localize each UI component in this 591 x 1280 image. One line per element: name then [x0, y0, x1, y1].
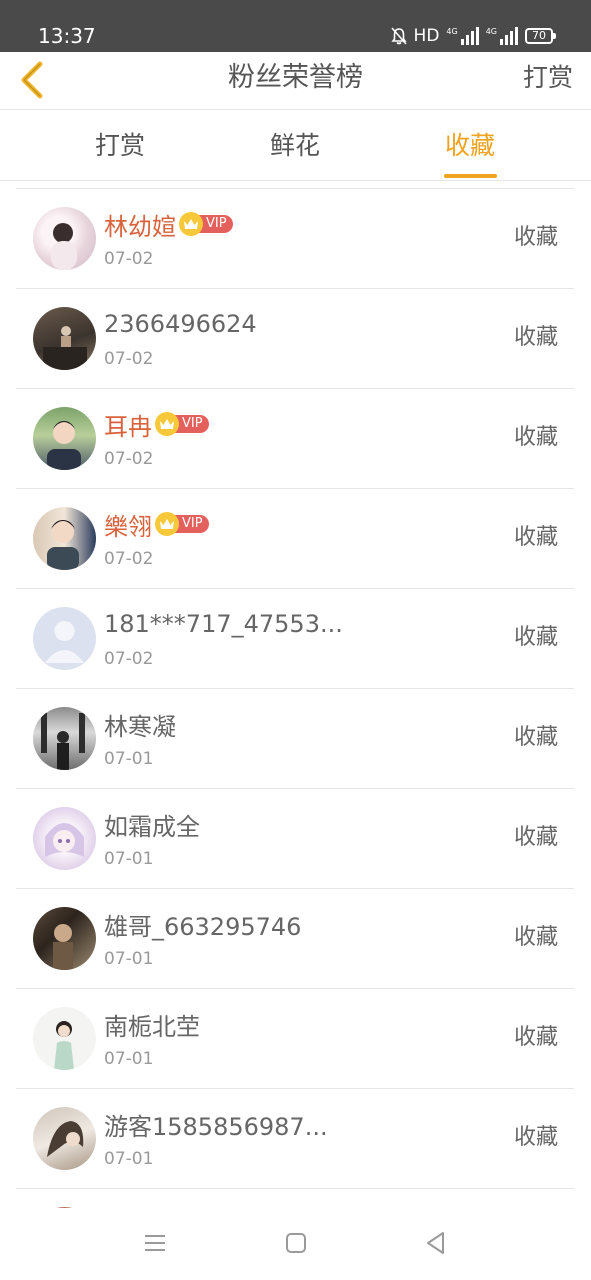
- list-item[interactable]: 耳冉 VIP 07-02 收藏: [16, 389, 574, 489]
- fan-name: 如霜成全: [104, 812, 200, 841]
- crown-icon: [179, 212, 203, 236]
- crown-icon: [155, 412, 179, 436]
- battery-icon: 70: [525, 28, 556, 44]
- favorite-label: 收藏: [513, 525, 558, 550]
- fan-name: 林幼媗: [104, 212, 176, 241]
- favorite-label: 收藏: [513, 925, 558, 950]
- menu-icon[interactable]: [142, 1230, 168, 1256]
- fan-date: 07-01: [104, 849, 154, 869]
- favorite-label: 收藏: [513, 225, 558, 250]
- fan-name: 2366496624: [104, 310, 257, 338]
- fan-name: 雄哥_663295746: [104, 912, 302, 941]
- list-item[interactable]: 2366496624 07-02 收藏: [16, 289, 574, 389]
- crown-icon: [155, 512, 179, 536]
- fan-date: 07-01: [104, 1049, 154, 1069]
- favorite-label: 收藏: [513, 425, 558, 450]
- fan-name: 林寒凝: [104, 712, 176, 741]
- bell-off-icon: [390, 27, 407, 45]
- tab-flowers[interactable]: 鲜花: [270, 129, 320, 163]
- list-item[interactable]: 雄哥_663295746 07-01 收藏: [16, 889, 574, 989]
- avatar: [33, 1007, 96, 1070]
- fan-date: 07-01: [104, 749, 154, 769]
- system-nav-bar: [0, 1208, 591, 1280]
- list-item[interactable]: 林寒凝 07-01 收藏: [16, 689, 574, 789]
- tab-favorites[interactable]: 收藏: [445, 129, 495, 163]
- vip-badge: VIP: [155, 512, 209, 536]
- tab-bar: 打赏 鲜花 收藏: [0, 111, 591, 181]
- list-item-partial[interactable]: [16, 1189, 574, 1208]
- favorite-label: 收藏: [513, 725, 558, 750]
- avatar: [33, 907, 96, 970]
- favorite-label: 收藏: [513, 1025, 558, 1050]
- hd-indicator: HD: [413, 26, 440, 46]
- avatar: [33, 207, 96, 270]
- list-item[interactable]: 游客1585856987... 07-01 收藏: [16, 1089, 574, 1189]
- avatar: [33, 407, 96, 470]
- avatar: [33, 807, 96, 870]
- signal-icon-1: 4G: [446, 27, 479, 45]
- avatar: [33, 307, 96, 370]
- title-bar: 粉丝荣誉榜 打赏: [0, 52, 591, 110]
- back-triangle-icon[interactable]: [423, 1230, 449, 1256]
- list-item[interactable]: 南栀北茔 07-01 收藏: [16, 989, 574, 1089]
- fan-date: 07-02: [104, 649, 154, 669]
- fan-date: 07-02: [104, 449, 154, 469]
- favorite-label: 收藏: [513, 625, 558, 650]
- fan-name: 耳冉: [104, 412, 152, 441]
- fan-date: 07-02: [104, 349, 154, 369]
- fan-date: 07-01: [104, 949, 154, 969]
- page-title: 粉丝荣誉榜: [228, 62, 363, 93]
- fan-date: 07-02: [104, 549, 154, 569]
- fan-name: 南栀北茔: [104, 1012, 200, 1041]
- home-square-icon[interactable]: [283, 1230, 309, 1256]
- list-item[interactable]: 181***717_47553... 07-02 收藏: [16, 589, 574, 689]
- favorite-label: 收藏: [513, 325, 558, 350]
- list-item[interactable]: 樂翎 VIP 07-02 收藏: [16, 489, 574, 589]
- signal-icon-2: 4G: [486, 27, 518, 45]
- status-icons: HD 4G 4G 70: [390, 24, 556, 48]
- fan-name: 游客1585856987...: [104, 1112, 328, 1141]
- status-bar: 13:37 HD 4G 4G 70: [0, 0, 591, 52]
- fan-date: 07-02: [104, 249, 154, 269]
- fan-name: 181***717_47553...: [104, 610, 343, 638]
- avatar: [33, 507, 96, 570]
- tab-reward[interactable]: 打赏: [95, 129, 145, 163]
- status-time: 13:37: [38, 24, 96, 48]
- vip-badge: VIP: [155, 412, 209, 436]
- list-item[interactable]: 如霜成全 07-01 收藏: [16, 789, 574, 889]
- fan-date: 07-01: [104, 1149, 154, 1169]
- avatar: [33, 707, 96, 770]
- avatar: [33, 1107, 96, 1170]
- favorite-label: 收藏: [513, 1125, 558, 1150]
- default-avatar-icon: [33, 607, 96, 670]
- list-item[interactable]: 林幼媗 VIP 07-02 收藏: [16, 189, 574, 289]
- fan-name: 樂翎: [104, 512, 152, 541]
- vip-badge: VIP: [179, 212, 233, 236]
- active-tab-indicator: [444, 174, 497, 178]
- reward-button[interactable]: 打赏: [523, 60, 573, 96]
- favorite-label: 收藏: [513, 825, 558, 850]
- fan-list[interactable]: 林幼媗 VIP 07-02 收藏 2366496624 07-02 收藏 耳冉 …: [16, 188, 574, 1208]
